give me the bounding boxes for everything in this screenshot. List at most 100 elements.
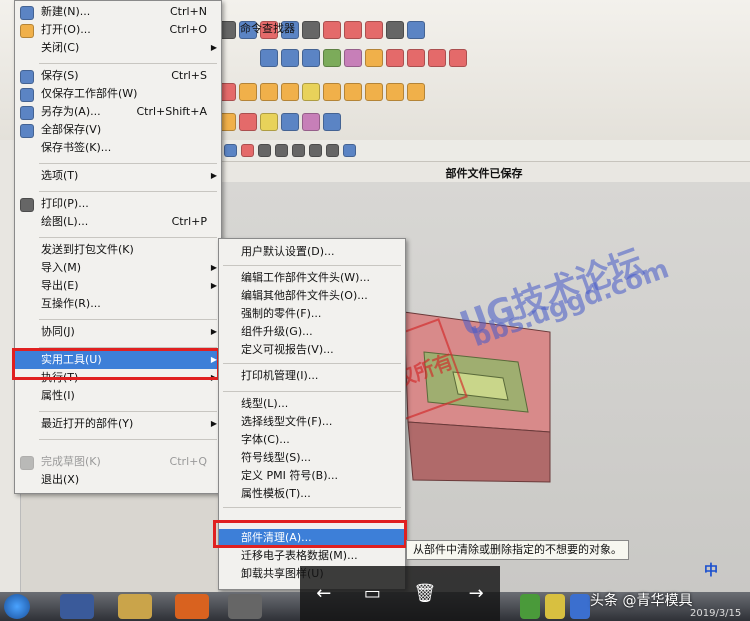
tool3-icon[interactable] — [365, 21, 383, 39]
feature10-icon[interactable] — [407, 83, 425, 101]
feature8-icon[interactable] — [365, 83, 383, 101]
toolbar-row-2 — [260, 46, 467, 70]
submenu-item-pmi-symbol[interactable]: 定义 PMI 符号(B)... — [219, 467, 405, 485]
filter-icon[interactable] — [224, 144, 237, 157]
menu-item-plot[interactable]: 绘图(L)... Ctrl+P — [15, 213, 221, 231]
tray-icon[interactable] — [520, 594, 540, 619]
page-icon[interactable]: ▭ — [364, 583, 381, 604]
spline-icon[interactable] — [449, 49, 467, 67]
highlight-part-cleanup — [213, 520, 407, 548]
news-watermark: 头条 @青华模具 — [590, 593, 693, 609]
menu-item-interop[interactable]: 互操作(R)... — [15, 295, 221, 313]
menu-item-save-all[interactable]: 全部保存(V) — [15, 121, 221, 139]
feature5-icon[interactable] — [302, 83, 320, 101]
menu-item-close[interactable]: 关闭(C) ▶ — [15, 39, 221, 57]
taskbar-app-icon[interactable] — [60, 594, 94, 619]
submenu-item-user-defaults[interactable]: 用户默认设置(D)... — [219, 243, 405, 261]
feature4-icon[interactable] — [281, 83, 299, 101]
mold6-icon[interactable] — [323, 113, 341, 131]
tool2-icon[interactable] — [344, 21, 362, 39]
shade-icon[interactable] — [302, 21, 320, 39]
menu-item-new[interactable]: 新建(N)... Ctrl+N — [15, 3, 221, 21]
submenu-item-line-type-file[interactable]: 选择线型文件(F)... — [219, 413, 405, 431]
forward-arrow-icon[interactable]: → — [469, 583, 484, 604]
curve3-icon[interactable] — [302, 49, 320, 67]
tray-icon-2[interactable] — [545, 594, 565, 619]
menu-item-options[interactable]: 选项(T) ▶ — [15, 167, 221, 185]
submenu-item-visual-report[interactable]: 定义可视报告(V)... — [219, 341, 405, 359]
point-icon[interactable] — [258, 144, 271, 157]
menu-item-save-as[interactable]: 另存为(A)... Ctrl+Shift+A — [15, 103, 221, 121]
nx-icon[interactable] — [228, 594, 262, 619]
center-icon[interactable] — [309, 144, 322, 157]
ime-indicator[interactable]: 中 — [704, 560, 718, 580]
snap-icon[interactable] — [241, 144, 254, 157]
feature9-icon[interactable] — [386, 83, 404, 101]
layer-icon[interactable] — [407, 21, 425, 39]
submenu-item-symbol-line[interactable]: 符号线型(S)... — [219, 449, 405, 467]
menu-item-save[interactable]: 保存(S) Ctrl+S — [15, 67, 221, 85]
menu-item-print[interactable]: 打印(P)... — [15, 195, 221, 213]
start-button[interactable] — [4, 594, 30, 619]
tray-icon-3[interactable] — [570, 594, 590, 619]
window-icon[interactable] — [386, 21, 404, 39]
menu-item-open[interactable]: 打开(O)... Ctrl+O — [15, 21, 221, 39]
menu-item-recent-parts[interactable]: 最近打开的部件(Y) ▶ — [15, 415, 221, 433]
revolve-icon[interactable] — [365, 49, 383, 67]
trim-icon[interactable] — [386, 49, 404, 67]
mold4-icon[interactable] — [281, 113, 299, 131]
toolbar-row-3 — [218, 80, 425, 104]
line-icon[interactable] — [407, 49, 425, 67]
submenu-item-edit-work-header[interactable]: 编辑工作部件文件头(W)... — [219, 269, 405, 287]
feature3-icon[interactable] — [260, 83, 278, 101]
submenu-item-migrate-spreadsheet[interactable]: 迁移电子表格数据(M)... — [219, 547, 405, 565]
extrude-icon[interactable] — [344, 49, 362, 67]
menu-item-send-to-package[interactable]: 发送到打包文件(K) — [15, 241, 221, 259]
arc-icon[interactable] — [428, 49, 446, 67]
chevron-right-icon: ▶ — [210, 171, 217, 180]
media-overlay-bar: ← ▭ 🗑 → — [300, 566, 500, 621]
menu-item-save-work-part[interactable]: 仅保存工作部件(W) — [15, 85, 221, 103]
curve2-icon[interactable] — [281, 49, 299, 67]
menu-item-save-bookmark[interactable]: 保存书签(K)... — [15, 139, 221, 157]
endpoint-icon[interactable] — [275, 144, 288, 157]
tangent-icon[interactable] — [326, 144, 339, 157]
folder-icon[interactable] — [118, 594, 152, 619]
submenu-item-line-type[interactable]: 线型(L)... — [219, 395, 405, 413]
tool-icon[interactable] — [323, 21, 341, 39]
submenu-item-font[interactable]: 字体(C)... — [219, 431, 405, 449]
submenu-item-attribute-template[interactable]: 属性模板(T)... — [219, 485, 405, 503]
curve-icon[interactable] — [260, 49, 278, 67]
powerpoint-icon[interactable] — [175, 594, 209, 619]
chevron-right-icon: ▶ — [210, 281, 217, 290]
surface-icon[interactable] — [323, 49, 341, 67]
trash-icon[interactable]: 🗑 — [413, 583, 436, 604]
menu-item-export[interactable]: 导出(E) ▶ — [15, 277, 221, 295]
menu-item-collaborate[interactable]: 协同(J) ▶ — [15, 323, 221, 341]
save-work-icon — [20, 88, 34, 102]
save-as-icon — [20, 106, 34, 120]
feature6-icon[interactable] — [323, 83, 341, 101]
midpoint-icon[interactable] — [292, 144, 305, 157]
sketch-icon — [20, 456, 34, 470]
feature7-icon[interactable] — [344, 83, 362, 101]
submenu-item-printer-mgmt[interactable]: 打印机管理(I)... — [219, 367, 405, 385]
status-text: 部件文件已保存 — [445, 167, 523, 180]
back-arrow-icon[interactable]: ← — [316, 583, 331, 604]
toolbar-row-4 — [218, 110, 341, 134]
submenu-item-component-upgrade[interactable]: 组件升级(G)... — [219, 323, 405, 341]
feature2-icon[interactable] — [239, 83, 257, 101]
submenu-item-edit-other-header[interactable]: 编辑其他部件文件头(O)... — [219, 287, 405, 305]
mold2-icon[interactable] — [239, 113, 257, 131]
menu-item-exit[interactable]: 退出(X) — [15, 471, 221, 489]
chevron-right-icon: ▶ — [210, 419, 217, 428]
submenu-item-forced-part[interactable]: 强制的零件(F)... — [219, 305, 405, 323]
view3d-icon[interactable] — [343, 144, 356, 157]
highlight-utilities — [12, 348, 220, 380]
menu-item-import[interactable]: 导入(M) ▶ — [15, 259, 221, 277]
mold5-icon[interactable] — [302, 113, 320, 131]
menu-item-properties[interactable]: 属性(I) — [15, 387, 221, 405]
clock-date: 2019/3/15 — [690, 608, 742, 619]
mold3-icon[interactable] — [260, 113, 278, 131]
command-finder[interactable]: 命令查找器 — [240, 20, 295, 36]
